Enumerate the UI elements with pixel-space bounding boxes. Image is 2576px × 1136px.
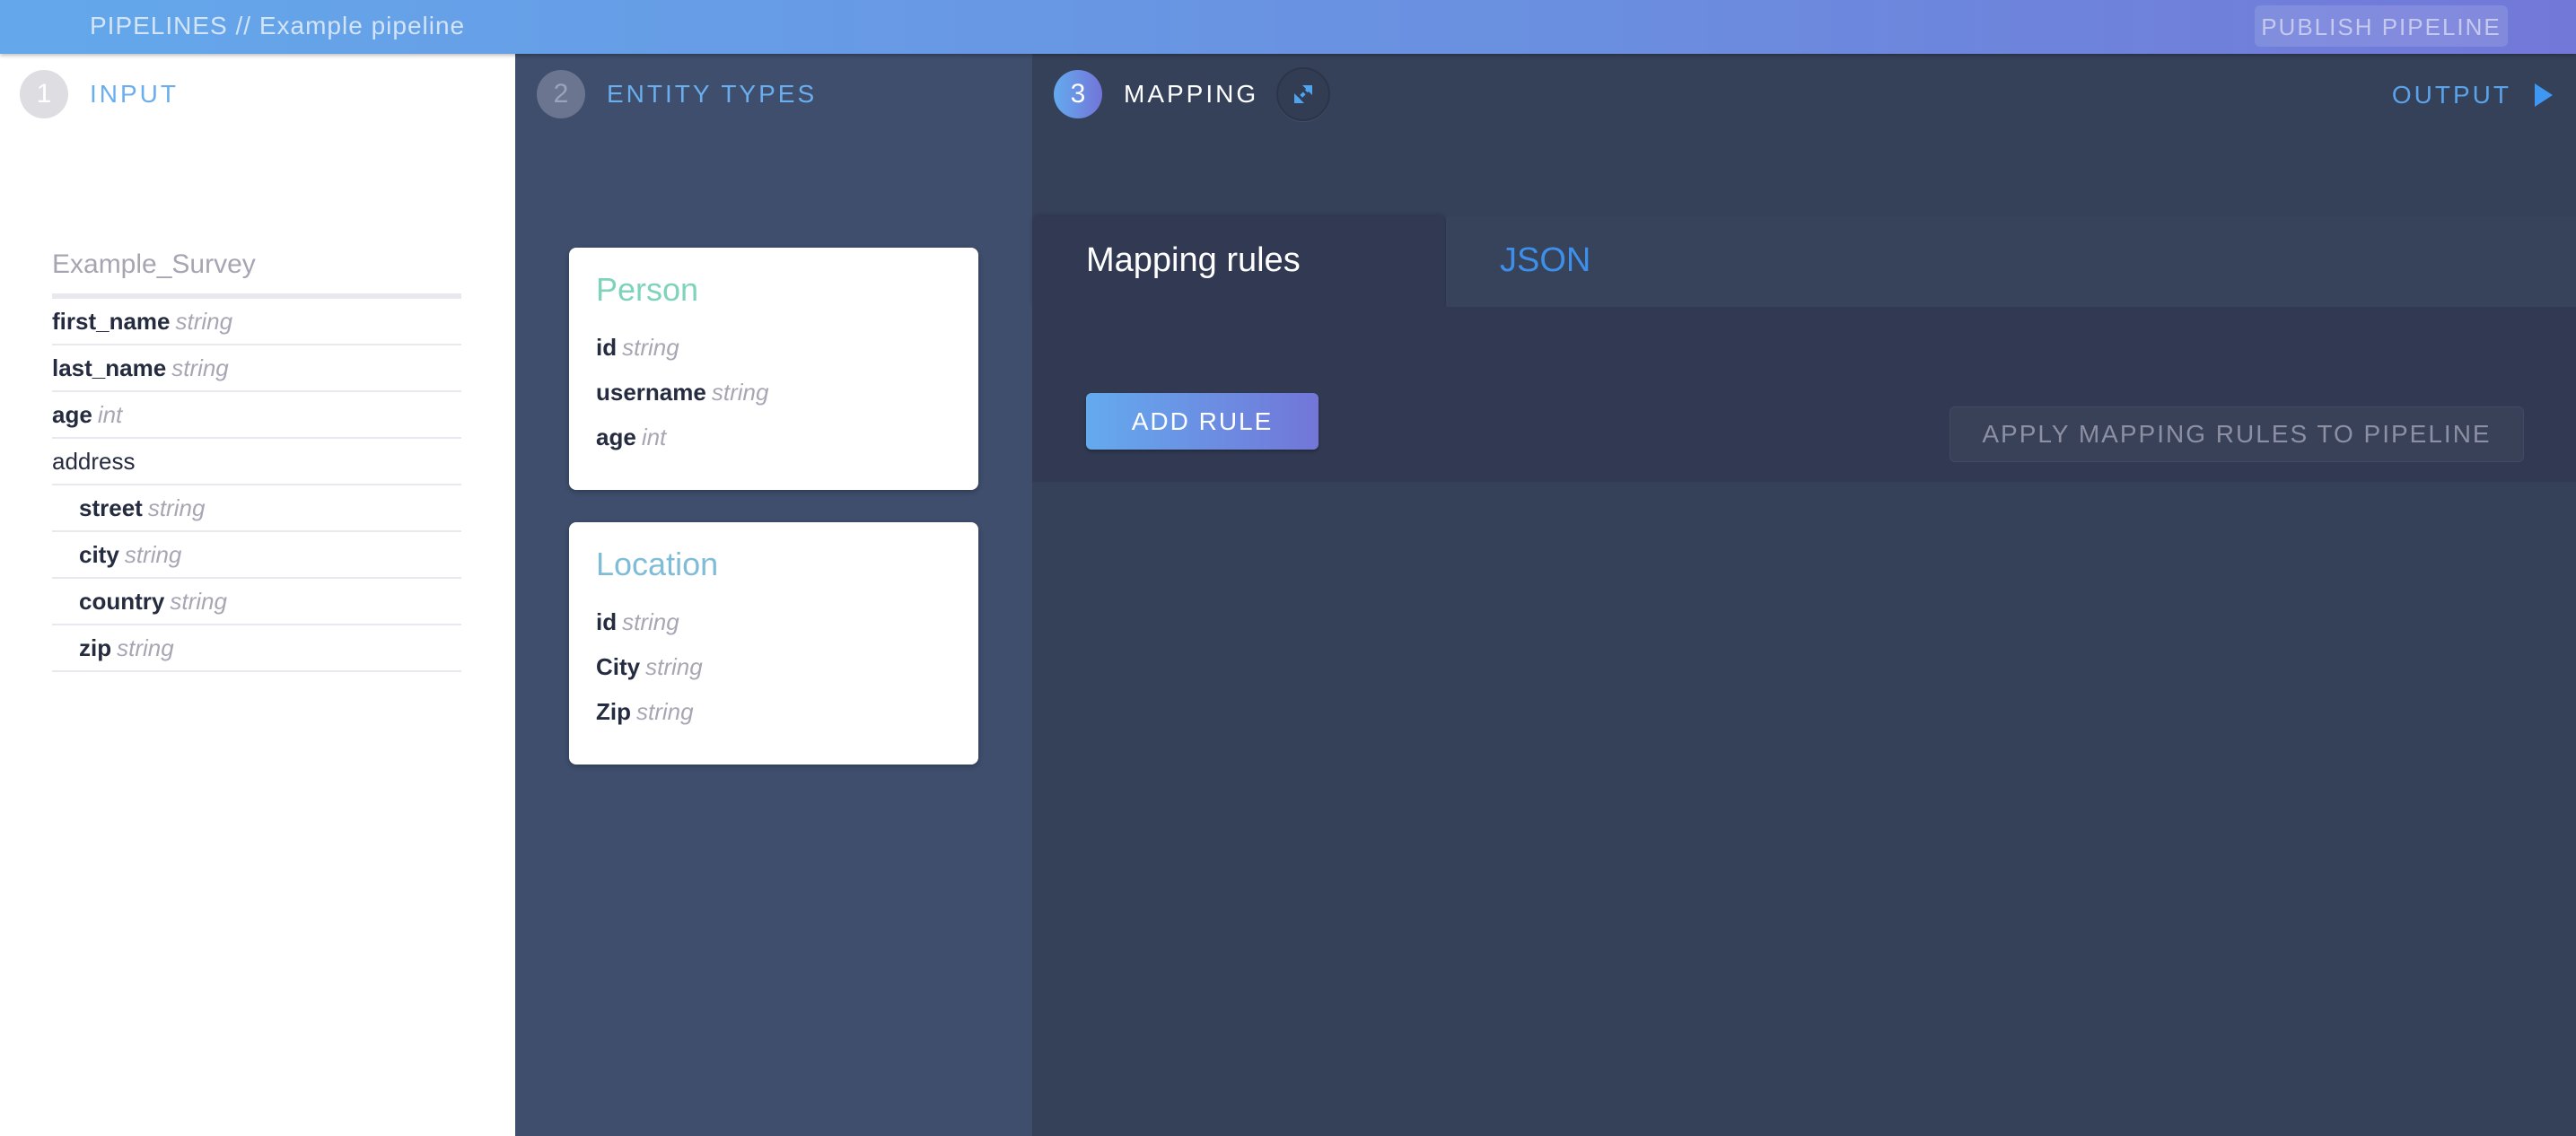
field-type: string: [622, 608, 679, 635]
field-type: string: [124, 541, 182, 568]
field-name: first_name: [52, 308, 171, 335]
entity-types-panel: 2 ENTITY TYPES Person id string username st…: [515, 54, 1032, 1136]
publish-pipeline-button[interactable]: PUBLISH PIPELINE: [2255, 5, 2508, 47]
mapping-rules-content: ADD RULE APPLY MAPPING RULES TO PIPELINE: [1032, 307, 2576, 482]
field-type: string: [711, 379, 769, 406]
field-name: id: [596, 334, 618, 361]
entity-field: id string: [596, 334, 768, 379]
field-name: id: [596, 608, 618, 635]
top-bar: PIPELINES // Example pipeline PUBLISH PI…: [0, 0, 2576, 54]
entity-field: age int: [596, 424, 768, 468]
output-label: OUTPUT: [2391, 81, 2511, 109]
input-field-row[interactable]: address: [52, 439, 461, 485]
field-name: address: [52, 448, 136, 475]
step-label: MAPPING: [1124, 80, 1259, 108]
field-type: int: [97, 401, 123, 428]
input-field-row[interactable]: street string: [52, 485, 461, 532]
step-number: 2: [537, 70, 585, 118]
field-name: Zip: [596, 698, 631, 725]
field-name: City: [596, 653, 641, 680]
entity-card-person[interactable]: Person id string username string age int: [569, 248, 978, 490]
entity-fields: id string username string age int: [596, 334, 768, 468]
input-panel: 1 INPUT Example_Survey first_name string l…: [0, 54, 515, 1136]
field-type: string: [622, 334, 679, 361]
field-name: last_name: [52, 354, 167, 381]
field-type: string: [170, 588, 227, 615]
entity-card-location[interactable]: Location id string City string Zip string: [569, 522, 978, 765]
input-schema: Example_Survey first_name string last_name…: [52, 249, 461, 672]
breadcrumb: PIPELINES // Example pipeline: [90, 12, 465, 40]
input-field-row[interactable]: age int: [52, 392, 461, 439]
tab-mapping-rules[interactable]: Mapping rules: [1032, 216, 1446, 307]
input-field-row[interactable]: last_name string: [52, 345, 461, 392]
expand-button[interactable]: [1276, 67, 1330, 121]
step-entity-types[interactable]: 2 ENTITY TYPES: [537, 70, 817, 118]
field-name: age: [52, 401, 92, 428]
tab-label: Mapping rules: [1086, 241, 1301, 279]
step-number: 3: [1054, 70, 1102, 118]
field-type: int: [641, 424, 667, 450]
entity-field: City string: [596, 653, 703, 698]
tab-label: JSON: [1500, 241, 1591, 279]
entity-field: username string: [596, 379, 768, 424]
step-output[interactable]: OUTPUT: [2392, 81, 2553, 109]
field-name: city: [79, 541, 119, 568]
tab-json[interactable]: JSON: [1446, 216, 2576, 307]
play-triangle-icon: [2535, 83, 2553, 107]
field-name: zip: [79, 634, 112, 661]
expand-arrows-icon: [1294, 85, 1312, 103]
mapping-panel: 3 MAPPING OUTPUT Mapping rules JSON ADD …: [1032, 54, 2576, 1136]
step-mapping[interactable]: 3 MAPPING: [1054, 70, 1258, 118]
entity-title: Person: [596, 271, 699, 308]
input-field-row[interactable]: city string: [52, 532, 461, 579]
step-label: ENTITY TYPES: [607, 80, 818, 108]
field-name: age: [596, 424, 636, 450]
apply-mapping-rules-button[interactable]: APPLY MAPPING RULES TO PIPELINE: [1950, 406, 2524, 462]
field-type: string: [645, 653, 703, 680]
field-name: username: [596, 379, 706, 406]
source-name: Example_Survey: [52, 249, 461, 299]
field-type: string: [147, 494, 206, 521]
breadcrumb-separator: //: [227, 12, 259, 39]
input-field-row[interactable]: first_name string: [52, 299, 461, 345]
field-name: street: [79, 494, 143, 521]
mapping-tabs: Mapping rules JSON: [1032, 216, 2576, 307]
entity-field: Zip string: [596, 698, 703, 743]
add-rule-button[interactable]: ADD RULE: [1086, 393, 1319, 450]
field-name: country: [79, 588, 165, 615]
field-type: string: [171, 354, 229, 381]
pipeline-name: Example pipeline: [258, 12, 466, 39]
field-type: string: [636, 698, 694, 725]
step-number: 1: [20, 70, 68, 118]
entity-field: id string: [596, 608, 703, 653]
step-label: INPUT: [90, 80, 179, 108]
breadcrumb-section[interactable]: PIPELINES: [90, 12, 228, 39]
entity-title: Location: [596, 546, 719, 582]
step-input[interactable]: 1 INPUT: [20, 70, 179, 118]
field-type: string: [175, 308, 233, 335]
input-field-row[interactable]: zip string: [52, 625, 461, 672]
field-type: string: [117, 634, 174, 661]
entity-fields: id string City string Zip string: [596, 608, 703, 743]
input-field-row[interactable]: country string: [52, 579, 461, 625]
